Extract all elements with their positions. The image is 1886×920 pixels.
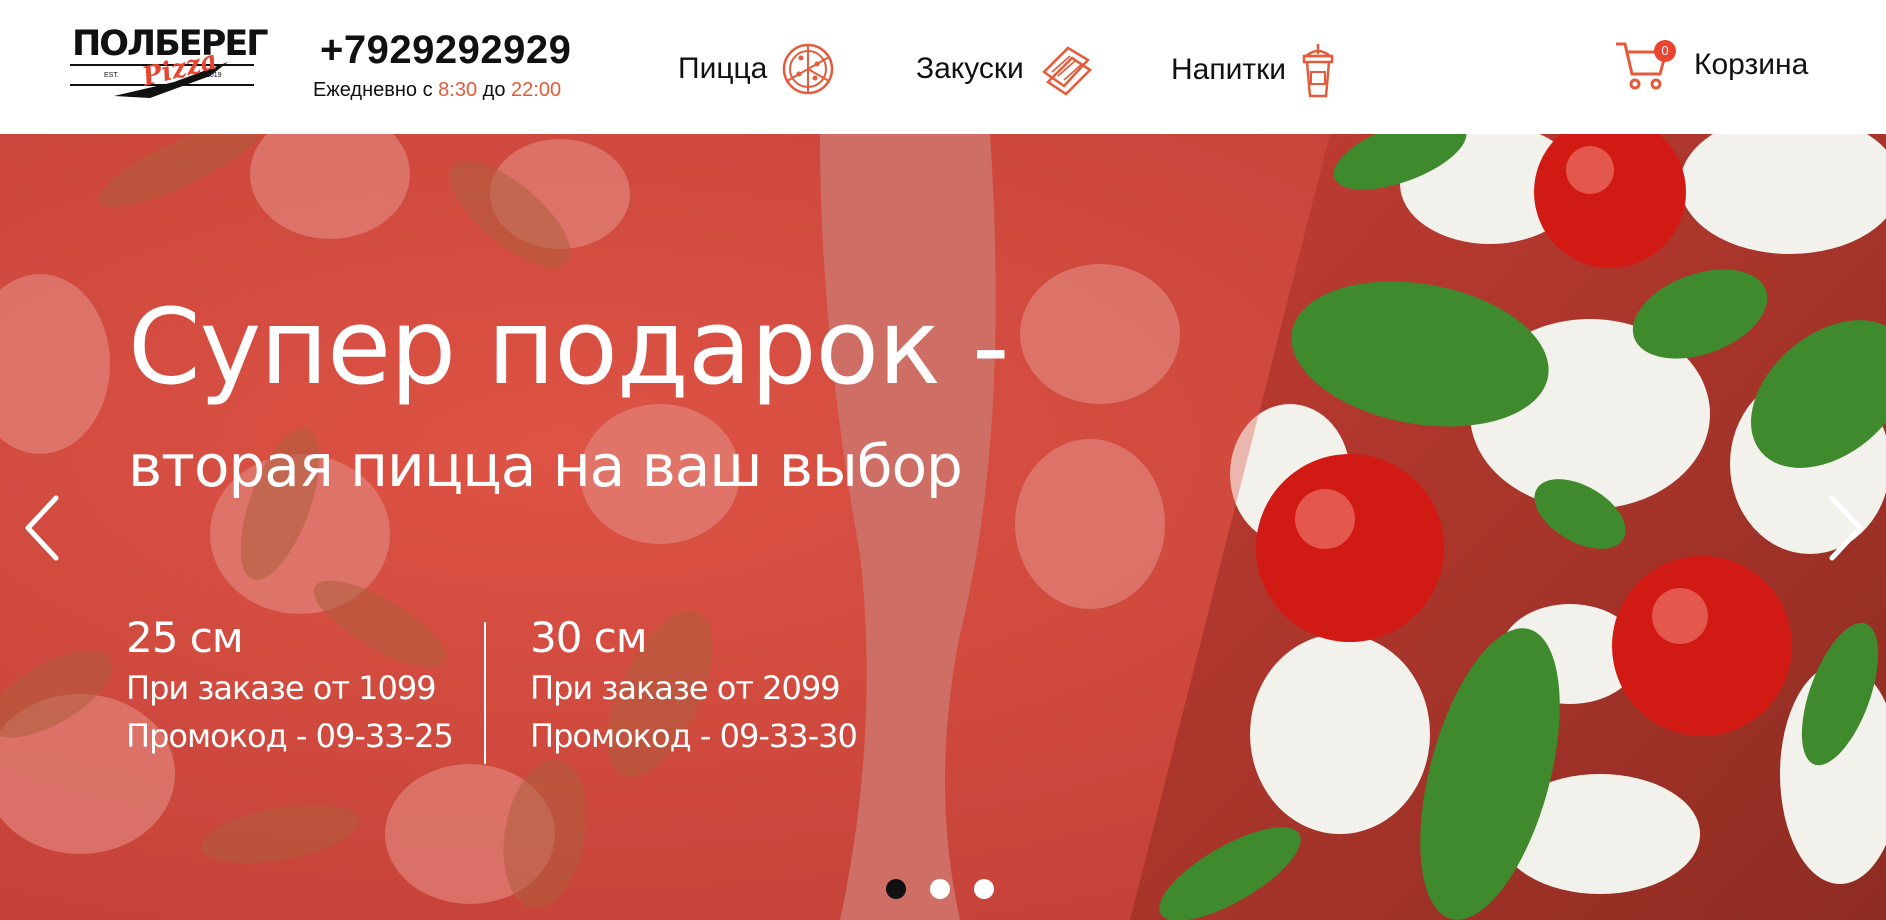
offer-promo: Промокод - 09-33-30 <box>530 717 858 755</box>
cart-count-badge: 0 <box>1654 40 1676 62</box>
sandwich-icon <box>1041 46 1092 96</box>
logo[interactable]: ПОЛБЕРЕГ EST. 2019 Pizza <box>70 24 269 100</box>
hours-open: 8:30 <box>438 79 478 101</box>
offer-condition: При заказе от 1099 <box>126 669 437 707</box>
site-header: ПОЛБЕРЕГ EST. 2019 Pizza +7929292929 Еже… <box>0 0 1886 134</box>
hours-prefix: Ежедневно с <box>313 79 433 101</box>
hero-slider: Супер подарок - вторая пицца на ваш выбо… <box>0 134 1886 920</box>
nav-item-label: Закуски <box>916 52 1024 85</box>
offer-25cm: 25 см При заказе от 1099 Промокод - 09-3… <box>126 612 454 760</box>
offer-condition: При заказе от 2099 <box>530 669 841 707</box>
pizza-icon <box>783 43 834 95</box>
slider-dots <box>886 879 1018 899</box>
cart-icon-wrap: 0 <box>1614 38 1676 92</box>
offer-size: 25 см <box>126 613 244 662</box>
phone-number[interactable]: +7929292929 <box>320 28 571 73</box>
offer-30cm: 30 см При заказе от 2099 Промокод - 09-3… <box>530 612 858 760</box>
drink-cup-icon <box>1302 44 1334 98</box>
nav-item-label: Пицца <box>678 52 768 85</box>
cart-label: Корзина <box>1694 48 1809 81</box>
nav-item-label: Напитки <box>1171 53 1286 86</box>
cart-button[interactable]: 0 Корзина <box>1614 38 1808 92</box>
hours-close: 22:00 <box>511 79 562 101</box>
nav-item-snacks[interactable]: Закуски <box>916 42 1094 96</box>
offer-divider <box>484 622 486 764</box>
hours-middle: до <box>482 79 506 101</box>
slider-prev-arrow-icon[interactable] <box>18 492 66 564</box>
slider-next-arrow-icon[interactable] <box>1822 492 1870 564</box>
nav-item-drinks[interactable]: Напитки <box>1171 42 1336 98</box>
slider-dot-2[interactable] <box>930 879 950 899</box>
slider-dot-1[interactable] <box>886 879 906 899</box>
hero-pizza-image <box>0 134 1886 920</box>
opening-hours: Ежедневно с 8:30 до 22:00 <box>313 79 561 102</box>
hero-title: Супер подарок - <box>128 286 1010 408</box>
hero-subtitle: вторая пицца на ваш выбор <box>128 432 963 500</box>
offer-size: 30 см <box>530 613 648 662</box>
nav-item-pizza[interactable]: Пицца <box>678 42 835 96</box>
slider-dot-3[interactable] <box>974 879 994 899</box>
offer-promo: Промокод - 09-33-25 <box>126 717 454 755</box>
